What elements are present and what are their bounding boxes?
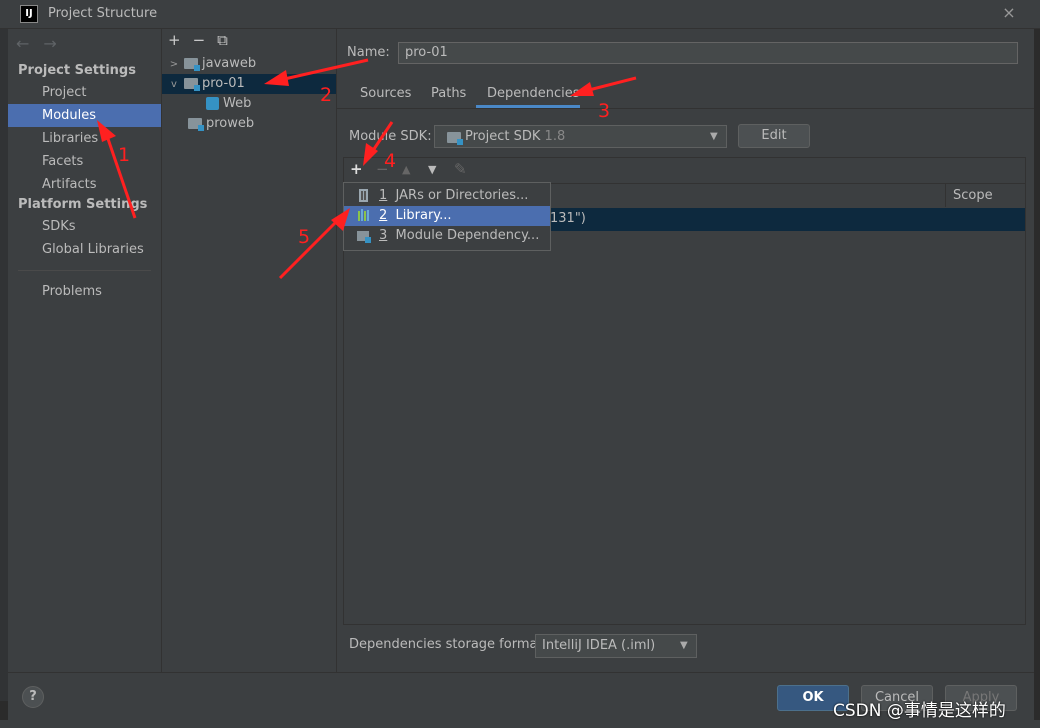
- annotation-label-1: 1: [118, 144, 131, 166]
- annotation-arrow-5: [278, 208, 350, 280]
- annotation-label-5: 5: [298, 226, 311, 248]
- annotation-arrow-1: [97, 120, 137, 219]
- annotation-arrow-2: [264, 58, 369, 86]
- annotation-label-2: 2: [320, 84, 333, 106]
- annotation-arrows: [97, 58, 637, 280]
- watermark: CSDN @事情是这样的: [833, 701, 1006, 721]
- annotation-label-4: 4: [384, 150, 397, 172]
- annotation-arrow-3: [570, 76, 637, 96]
- annotation-label-3: 3: [598, 100, 611, 122]
